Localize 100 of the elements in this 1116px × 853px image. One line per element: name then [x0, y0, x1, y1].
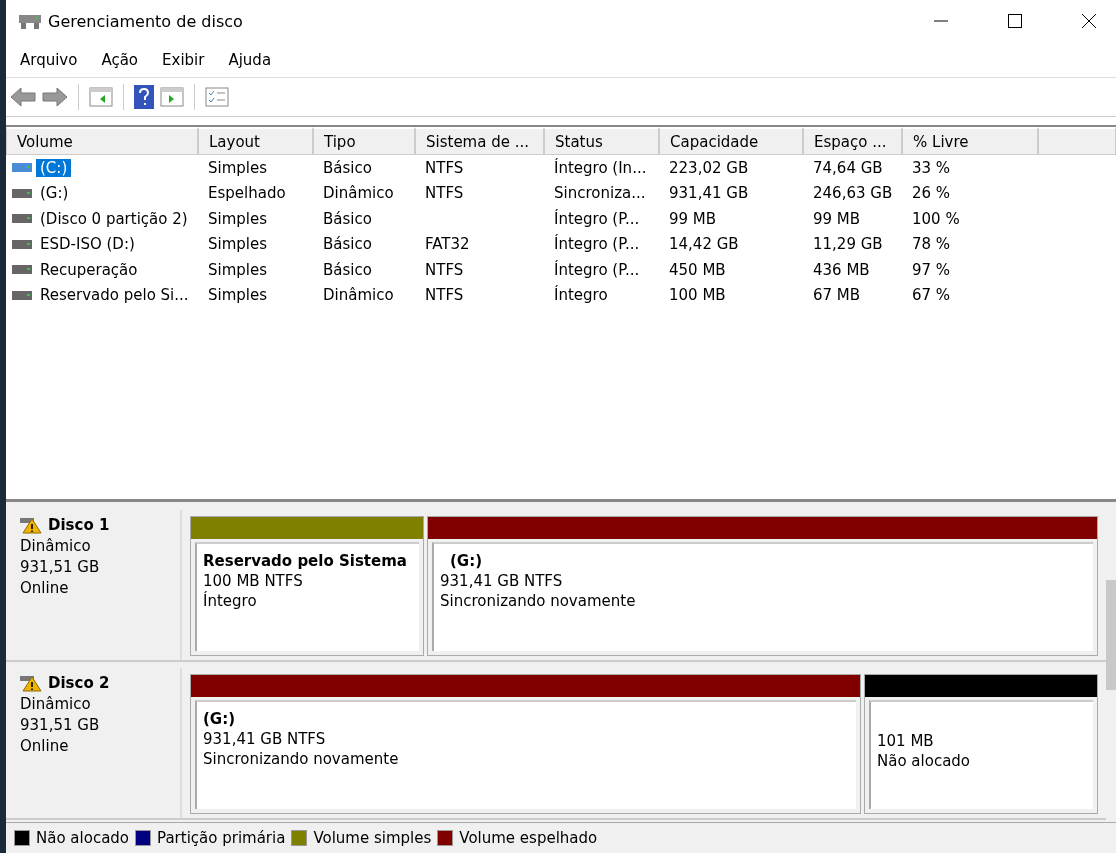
- disk-warning-icon: [20, 674, 42, 692]
- table-cell-text: 26 %: [911, 184, 952, 203]
- drive-label[interactable]: ESD-ISO (D:): [36, 235, 139, 254]
- table-cell-text: 99 MB: [668, 209, 718, 228]
- legend-label: Partição primária: [157, 829, 286, 847]
- partition-block[interactable]: 101 MB Não alocado: [864, 674, 1098, 814]
- table-cell-text: Íntegro (In...: [553, 158, 648, 177]
- window-title: Gerenciamento de disco: [48, 11, 243, 31]
- partition-name: Reservado pelo Sistema: [203, 552, 408, 570]
- table-cell-text: 100 %: [911, 209, 961, 228]
- drive-icon: [12, 188, 32, 198]
- menu-item[interactable]: Exibir: [162, 50, 205, 69]
- drive-label[interactable]: Recuperação: [36, 260, 142, 279]
- partition-size: 101 MB: [877, 732, 935, 750]
- disk-name: Disco 2: [48, 674, 110, 692]
- drive-icon: [12, 239, 32, 249]
- column-header[interactable]: Tipo: [313, 127, 415, 155]
- table-cell-text: 97 %: [911, 260, 952, 279]
- table-cell-text: Íntegro (P...: [553, 260, 641, 279]
- drive-label[interactable]: (Disco 0 partição 2): [36, 209, 192, 228]
- disk-name: Disco 1: [48, 516, 110, 534]
- table-cell-text: 99 MB: [812, 209, 862, 228]
- partition-block[interactable]: (G:) 931,41 GB NTFS Sincronizando novamente: [427, 516, 1098, 656]
- partition-block[interactable]: Reservado pelo Sistema 100 MB NTFS Íntegro: [190, 516, 424, 656]
- table-cell-text: Simples: [207, 158, 269, 177]
- table-cell-text: Sincroniza...: [553, 184, 647, 203]
- partition-status: Íntegro: [203, 592, 258, 610]
- partition-status: Não alocado: [877, 752, 972, 770]
- partition-size: 100 MB NTFS: [203, 572, 304, 590]
- partition-name: (G:): [449, 552, 484, 570]
- panel-left-icon[interactable]: [89, 86, 113, 108]
- drive-label[interactable]: Reservado pelo Si...: [36, 286, 193, 305]
- table-cell-text: Básico: [322, 209, 373, 228]
- forward-arrow-icon[interactable]: [42, 86, 68, 108]
- disk-type: Dinâmico: [20, 695, 92, 713]
- table-cell-text: 436 MB: [812, 260, 871, 279]
- column-header[interactable]: Layout: [198, 127, 313, 155]
- table-cell-text: Básico: [322, 235, 373, 254]
- table-cell-text: Espelhado: [207, 184, 287, 203]
- disk-warning-icon: [20, 516, 42, 534]
- drive-icon: [12, 290, 32, 300]
- column-header[interactable]: Espaço ...: [803, 127, 902, 155]
- table-cell-text: Simples: [207, 286, 269, 305]
- table-cell-text: Íntegro (P...: [553, 235, 641, 254]
- drive-icon: [12, 265, 32, 275]
- menu-item[interactable]: Arquivo: [20, 50, 78, 69]
- drive-label[interactable]: (C:): [36, 158, 72, 177]
- table-cell-text: 33 %: [911, 158, 952, 177]
- legend-label: Volume simples: [313, 829, 432, 847]
- table-cell-text: Básico: [322, 260, 373, 279]
- table-cell-text: 78 %: [911, 235, 952, 254]
- table-cell-text: 223,02 GB: [668, 158, 750, 177]
- table-cell-text: Básico: [322, 158, 373, 177]
- maximize-icon[interactable]: [1008, 14, 1022, 28]
- table-cell-text: Dinâmico: [322, 184, 395, 203]
- column-header[interactable]: Sistema de ...: [415, 127, 544, 155]
- table-cell-text: 67 %: [911, 286, 952, 305]
- column-header[interactable]: % Livre: [902, 127, 1038, 155]
- partition-block[interactable]: (G:) 931,41 GB NTFS Sincronizando novamente: [190, 674, 861, 814]
- table-cell-text: 246,63 GB: [812, 184, 894, 203]
- panel-right-icon[interactable]: [160, 86, 184, 108]
- partition-status: Sincronizando novamente: [203, 750, 400, 768]
- table-cell-text: 14,42 GB: [668, 235, 740, 254]
- column-header[interactable]: Capacidade: [659, 127, 803, 155]
- help-icon[interactable]: [134, 85, 154, 109]
- table-cell-text: NTFS: [424, 260, 465, 279]
- table-cell-text: Íntegro (P...: [553, 209, 641, 228]
- disk-size: 931,51 GB: [20, 558, 101, 576]
- table-cell-text: NTFS: [424, 184, 465, 203]
- drive-icon: [12, 214, 32, 224]
- column-header[interactable]: Volume: [6, 127, 198, 155]
- disk-status: Online: [20, 737, 70, 755]
- column-header[interactable]: Status: [544, 127, 659, 155]
- table-cell-text: 450 MB: [668, 260, 727, 279]
- legend-label: Volume espelhado: [459, 829, 598, 847]
- menu-item[interactable]: Ação: [101, 50, 139, 69]
- table-cell-text: Íntegro: [553, 286, 609, 305]
- table-cell-text: Simples: [207, 260, 269, 279]
- partition-size: 931,41 GB NTFS: [440, 572, 564, 590]
- partition-size: 931,41 GB NTFS: [203, 730, 327, 748]
- table-cell-text: NTFS: [424, 158, 465, 177]
- drive-icon: [12, 163, 32, 173]
- back-arrow-icon[interactable]: [10, 86, 36, 108]
- table-cell-text: Simples: [207, 209, 269, 228]
- table-cell-text: NTFS: [424, 286, 465, 305]
- table-cell-text: FAT32: [424, 235, 471, 254]
- drive-label[interactable]: (G:): [36, 184, 73, 203]
- legend-label: Não alocado: [36, 829, 130, 847]
- disk-status: Online: [20, 579, 70, 597]
- partition-name: (G:): [203, 710, 237, 728]
- disk-size: 931,51 GB: [20, 716, 101, 734]
- close-icon[interactable]: [1082, 14, 1096, 28]
- checklist-icon[interactable]: [205, 87, 229, 107]
- disk-type: Dinâmico: [20, 537, 92, 555]
- table-cell-text: 67 MB: [812, 286, 862, 305]
- table-cell-text: 100 MB: [668, 286, 727, 305]
- partition-status: Sincronizando novamente: [440, 592, 637, 610]
- menu-item[interactable]: Ajuda: [228, 50, 272, 69]
- table-cell-text: 11,29 GB: [812, 235, 884, 254]
- table-cell-text: 74,64 GB: [812, 158, 884, 177]
